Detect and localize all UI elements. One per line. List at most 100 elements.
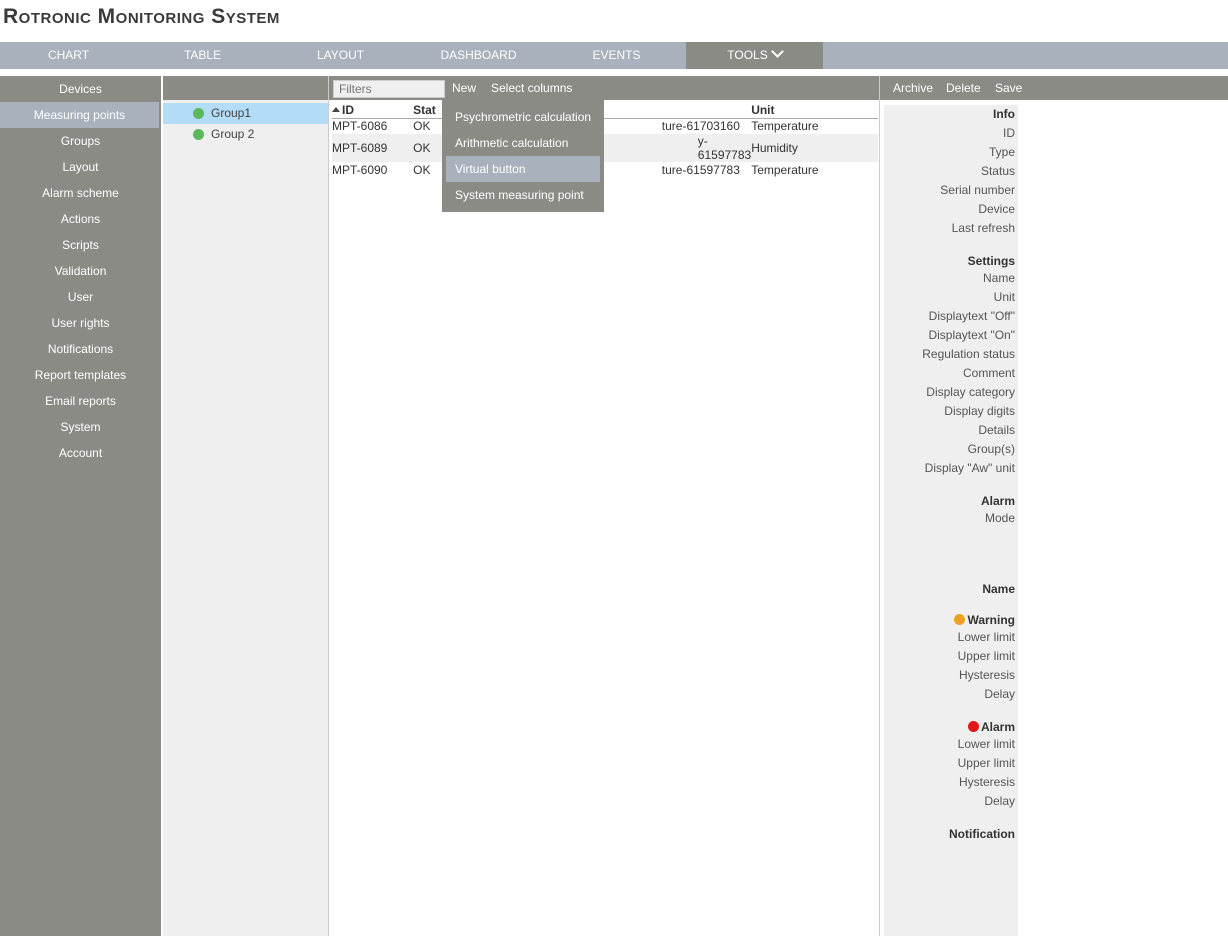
cell-status: OK (413, 163, 431, 177)
cell-id: MPT-6090 (332, 163, 388, 177)
app-title: Rotronic Monitoring System (3, 5, 280, 28)
field-label: Display category (926, 385, 1015, 399)
groups-header (163, 76, 328, 100)
cell-id: MPT-6086 (332, 119, 388, 134)
table-row[interactable]: MPT-6089 OK y-61597783 Humidity (332, 134, 878, 162)
sidebar-item-scripts[interactable]: Scripts (0, 232, 161, 258)
field-label: Regulation status (922, 347, 1015, 361)
tab-tools-label: TOOLS (727, 48, 768, 62)
cell-status: OK (413, 134, 436, 162)
filter-input[interactable] (333, 80, 445, 98)
cell-status: OK (413, 119, 431, 134)
sort-ascending-icon (332, 106, 340, 112)
tab-layout[interactable]: LAYOUT (272, 42, 409, 69)
field-label: Type (988, 145, 1015, 159)
save-button[interactable]: Save (995, 76, 1022, 100)
menu-item-arithmetic-calculation[interactable]: Arithmetic calculation (446, 130, 600, 156)
field-label: Serial number (940, 183, 1015, 197)
table-row[interactable]: MPT-6086 OK ture-61703160 Temperature (332, 118, 878, 134)
sidebar-item-alarm-scheme[interactable]: Alarm scheme (0, 180, 161, 206)
new-button[interactable]: New (452, 76, 476, 100)
column-header-unit[interactable]: Unit (751, 102, 878, 119)
field-label: Delay (984, 794, 1015, 808)
field-label: Name (982, 271, 1015, 285)
details-labels-column: Info ID Type Status Serial number Device… (884, 105, 1018, 936)
field-label: Lower limit (957, 737, 1015, 751)
field-label: Displaytext "Off" (928, 309, 1015, 323)
notification-header: Notification (949, 827, 1015, 841)
field-label: Comment (962, 366, 1015, 380)
warning-dot-icon (954, 614, 966, 625)
details-panel: Archive Delete Save Info ID Type Status … (880, 76, 1228, 936)
sidebar-item-devices[interactable]: Devices (0, 76, 161, 102)
alarm-header: Alarm (967, 720, 1015, 734)
field-label: Hysteresis (958, 668, 1015, 682)
cell-id: MPT-6089 (332, 134, 414, 162)
field-label: Details (978, 423, 1015, 437)
warning-header-label: Warning (967, 613, 1015, 627)
sidebar-item-layout[interactable]: Layout (0, 154, 161, 180)
sidebar-item-validation[interactable]: Validation (0, 258, 161, 284)
cell-unit: Temperature (751, 119, 819, 134)
warning-header: Warning (954, 613, 1015, 627)
sidebar-item-system[interactable]: System (0, 414, 161, 440)
status-dot-icon (193, 108, 204, 119)
cell-unit: Temperature (751, 163, 819, 177)
menu-item-psychrometric-calculation[interactable]: Psychrometric calculation (446, 104, 600, 130)
tab-table[interactable]: TABLE (134, 42, 271, 69)
sidebar-item-user-rights[interactable]: User rights (0, 310, 161, 336)
sidebar-item-report-templates[interactable]: Report templates (0, 362, 161, 388)
field-label: Status (980, 164, 1015, 178)
column-header-id-label: ID (342, 102, 354, 117)
sidebar-item-groups[interactable]: Groups (0, 128, 161, 154)
tab-dashboard[interactable]: DASHBOARD (410, 42, 547, 69)
tab-chart[interactable]: CHART (0, 42, 137, 69)
select-columns-button[interactable]: Select columns (491, 76, 572, 100)
sidebar-item-actions[interactable]: Actions (0, 206, 161, 232)
sidebar-item-notifications[interactable]: Notifications (0, 336, 161, 362)
sidebar-item-measuring-points[interactable]: Measuring points (0, 102, 159, 128)
groups-panel: Group1 Group 2 (163, 76, 329, 936)
settings-header: Settings (967, 254, 1015, 268)
column-header-status[interactable]: Stat (413, 102, 436, 119)
field-label: Hysteresis (958, 775, 1015, 789)
table-row[interactable]: MPT-6090 OK ture-61597783 Temperature (332, 162, 878, 178)
field-label: Mode (984, 511, 1015, 525)
group-item[interactable]: Group1 (163, 103, 328, 124)
tab-tools[interactable]: TOOLS (686, 42, 823, 69)
group-label: Group1 (211, 106, 252, 120)
field-label: Lower limit (957, 630, 1015, 644)
column-header-id[interactable]: ID (332, 102, 414, 119)
name-header: Name (982, 582, 1015, 596)
group-label: Group 2 (211, 127, 255, 141)
status-dot-icon (193, 129, 204, 140)
alarm-dot-icon (967, 721, 979, 732)
sidebar-item-user[interactable]: User (0, 284, 161, 310)
menu-item-virtual-button[interactable]: Virtual button (446, 156, 600, 182)
field-label: Device (978, 202, 1015, 216)
alarm-section-header: Alarm (980, 494, 1015, 508)
sidebar-item-account[interactable]: Account (0, 440, 161, 466)
menu-item-system-measuring-point[interactable]: System measuring point (446, 182, 600, 208)
field-label: Upper limit (957, 649, 1015, 663)
field-label: Upper limit (957, 756, 1015, 770)
chevron-down-icon (770, 45, 784, 58)
delete-button[interactable]: Delete (946, 76, 981, 100)
archive-button[interactable]: Archive (893, 76, 933, 100)
details-toolbar: Archive Delete Save (880, 76, 1228, 100)
field-label: Display "Aw" unit (924, 461, 1015, 475)
field-label: ID (1003, 126, 1015, 140)
top-navigation: CHART TABLE LAYOUT DASHBOARD EVENTS TOOL… (0, 42, 1228, 69)
measuring-points-list: New Select columns ID Stat Unit MPT-6086… (329, 76, 880, 936)
field-label: Display digits (944, 404, 1015, 418)
list-toolbar: New Select columns (329, 76, 879, 100)
group-item[interactable]: Group 2 (163, 124, 328, 145)
measuring-points-table: ID Stat Unit MPT-6086 OK ture-61703160 T… (332, 102, 878, 178)
sidebar: Devices Measuring points Groups Layout A… (0, 76, 161, 936)
field-label: Unit (993, 290, 1015, 304)
tab-events[interactable]: EVENTS (548, 42, 685, 69)
sidebar-item-email-reports[interactable]: Email reports (0, 388, 161, 414)
field-label: Delay (984, 687, 1015, 701)
table-header-row: ID Stat Unit (332, 102, 878, 119)
cell-unit: Humidity (751, 134, 878, 162)
